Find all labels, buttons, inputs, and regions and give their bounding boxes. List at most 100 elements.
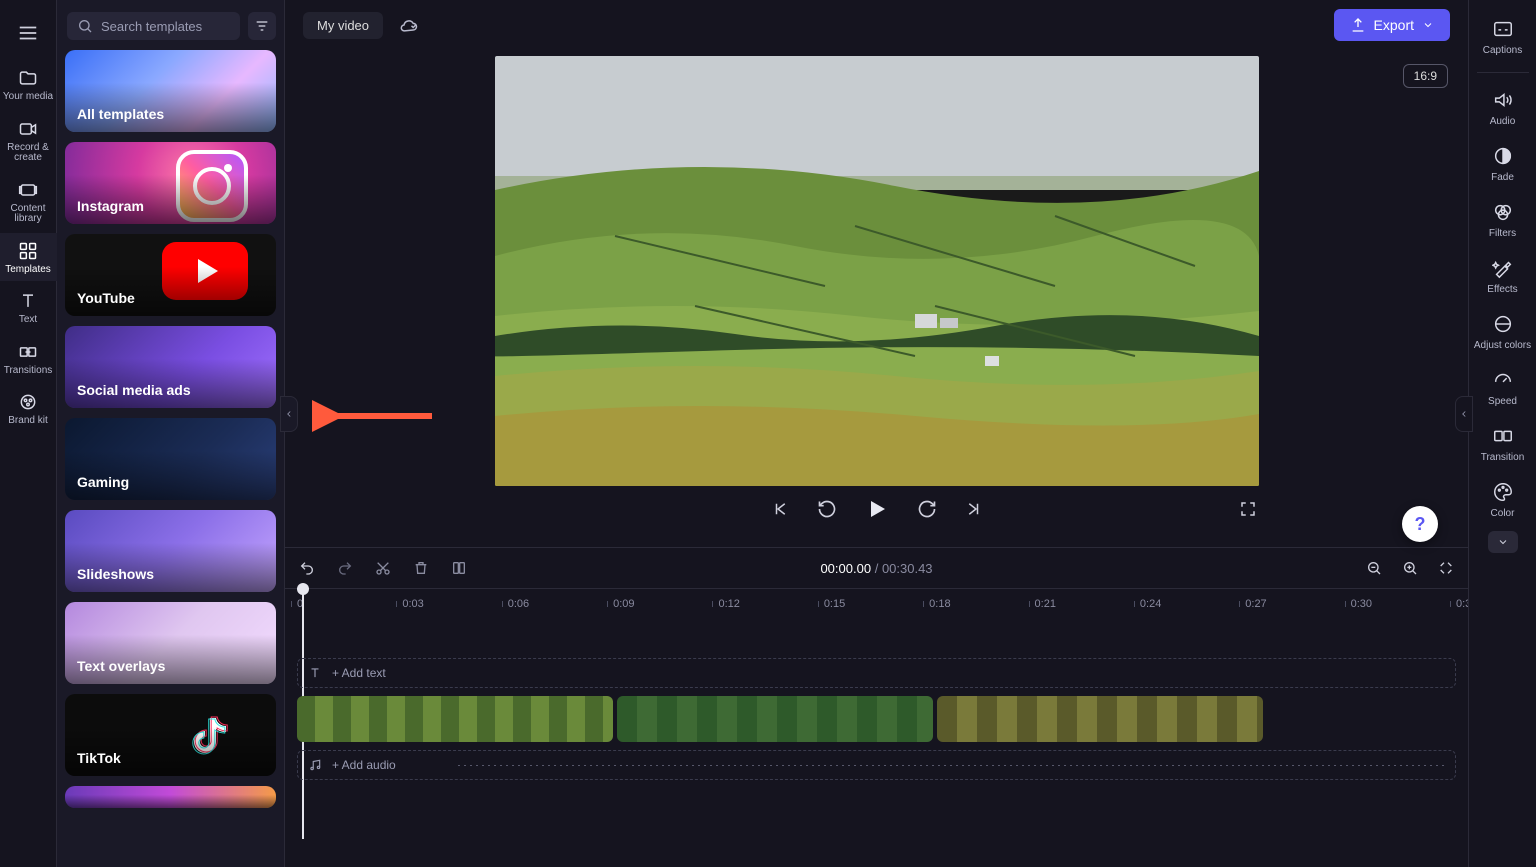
video-track[interactable] [297, 696, 1456, 742]
filter-button[interactable] [248, 12, 276, 40]
card-label: Social media ads [77, 382, 191, 398]
play-button[interactable] [862, 494, 892, 524]
nav-templates[interactable]: Templates [0, 233, 57, 282]
expand-right-panel-button[interactable] [1455, 396, 1473, 432]
export-button[interactable]: Export [1334, 9, 1450, 41]
card-youtube[interactable]: YouTube [65, 234, 276, 316]
add-text-label: + Add text [332, 666, 386, 680]
rr-effects[interactable]: Effects [1469, 249, 1536, 301]
card-gaming[interactable]: Gaming [65, 418, 276, 500]
add-audio-label: + Add audio [332, 758, 396, 772]
card-label: Instagram [77, 198, 144, 214]
instagram-icon [176, 150, 248, 222]
clip-2[interactable] [617, 696, 933, 742]
rr-color[interactable]: Color [1469, 473, 1536, 525]
waveform [458, 765, 1445, 766]
export-label: Export [1374, 17, 1414, 33]
template-panel: Search templates All templates Instagram… [57, 0, 285, 867]
nav-record-create[interactable]: Record & create [0, 111, 57, 170]
menu-button[interactable] [17, 8, 39, 58]
rewind-button[interactable] [816, 498, 838, 520]
video-preview[interactable] [495, 56, 1259, 486]
music-icon [308, 758, 322, 772]
ruler-tick: 0:30 [1351, 589, 1372, 618]
project-title[interactable]: My video [303, 12, 383, 39]
card-instagram[interactable]: Instagram [65, 142, 276, 224]
card-label: YouTube [77, 290, 135, 306]
rr-adjust-colors[interactable]: Adjust colors [1469, 305, 1536, 357]
timeline-ruler[interactable]: 00:030:060:090:120:150:180:210:240:270:3… [285, 588, 1468, 618]
left-rail: Your media Record & create Content libra… [0, 0, 57, 867]
delete-button[interactable] [411, 558, 431, 578]
nav-brand-kit[interactable]: Brand kit [0, 384, 57, 433]
ruler-tick: 0:06 [508, 589, 529, 618]
collapse-panel-button[interactable] [280, 396, 298, 432]
upload-icon [1350, 17, 1366, 33]
aspect-ratio-button[interactable]: 16:9 [1403, 64, 1448, 88]
skip-start-button[interactable] [770, 498, 792, 520]
chevron-down-icon [1422, 19, 1434, 31]
playhead[interactable] [297, 583, 309, 595]
rr-filters[interactable]: Filters [1469, 193, 1536, 245]
chevron-down-icon [1497, 536, 1509, 548]
audio-track[interactable]: + Add audio [297, 750, 1456, 780]
ruler-tick: 0:24 [1140, 589, 1161, 618]
chevron-left-icon [1459, 409, 1469, 419]
template-list[interactable]: All templates Instagram YouTube Social m… [57, 50, 284, 867]
zoom-in-button[interactable] [1400, 558, 1420, 578]
search-icon [77, 18, 93, 34]
search-placeholder: Search templates [101, 19, 202, 34]
text-track[interactable]: + Add text [297, 658, 1456, 688]
card-partial[interactable] [65, 786, 276, 808]
nav-label: Brand kit [8, 416, 47, 427]
zoom-out-button[interactable] [1364, 558, 1384, 578]
nav-label: Record & create [0, 143, 57, 164]
fullscreen-button[interactable] [1237, 498, 1259, 520]
forward-button[interactable] [916, 498, 938, 520]
ruler-tick: 0:15 [824, 589, 845, 618]
card-all-templates[interactable]: All templates [65, 50, 276, 132]
ruler-tick: 0:09 [613, 589, 634, 618]
undo-button[interactable] [297, 558, 317, 578]
nav-your-media[interactable]: Your media [0, 60, 57, 109]
clip-1[interactable] [297, 696, 613, 742]
chevron-left-icon [284, 409, 294, 419]
search-input[interactable]: Search templates [67, 12, 240, 40]
annotation-arrow [312, 388, 442, 444]
nav-text[interactable]: Text [0, 283, 57, 332]
nav-label: Your media [3, 92, 53, 103]
cut-button[interactable] [373, 558, 393, 578]
help-button[interactable]: ? [1402, 506, 1438, 542]
card-label: All templates [77, 106, 164, 122]
nav-label: Templates [5, 265, 51, 276]
rr-fade[interactable]: Fade [1469, 137, 1536, 189]
nav-transitions[interactable]: Transitions [0, 334, 57, 383]
ruler-tick: 0:27 [1245, 589, 1266, 618]
card-social-media-ads[interactable]: Social media ads [65, 326, 276, 408]
timecode: 00:00.00 / 00:30.43 [820, 561, 932, 576]
right-rail: Captions Audio Fade Filters Effects Adju… [1468, 0, 1536, 867]
redo-button[interactable] [335, 558, 355, 578]
card-text-overlays[interactable]: Text overlays [65, 602, 276, 684]
rr-audio[interactable]: Audio [1469, 81, 1536, 133]
rr-transition[interactable]: Transition [1469, 417, 1536, 469]
rr-more-button[interactable] [1488, 531, 1518, 553]
sync-status-icon[interactable] [397, 13, 421, 37]
card-slideshows[interactable]: Slideshows [65, 510, 276, 592]
ruler-tick: 0:12 [718, 589, 739, 618]
nav-content-library[interactable]: Content library [0, 172, 57, 231]
rr-captions[interactable]: Captions [1469, 10, 1536, 62]
nav-label: Transitions [4, 366, 53, 377]
fit-button[interactable] [1436, 558, 1456, 578]
skip-end-button[interactable] [962, 498, 984, 520]
card-tiktok[interactable]: TikTok [65, 694, 276, 776]
card-label: Slideshows [77, 566, 154, 582]
tiktok-icon [176, 700, 244, 768]
timeline: 00:00.00 / 00:30.43 00:030:060:090:120:1… [285, 547, 1468, 867]
clip-3[interactable] [937, 696, 1263, 742]
split-button[interactable] [449, 558, 469, 578]
playback-controls [495, 498, 1259, 520]
rr-speed[interactable]: Speed [1469, 361, 1536, 413]
nav-label: Text [19, 315, 37, 326]
ruler-tick: 0:18 [929, 589, 950, 618]
